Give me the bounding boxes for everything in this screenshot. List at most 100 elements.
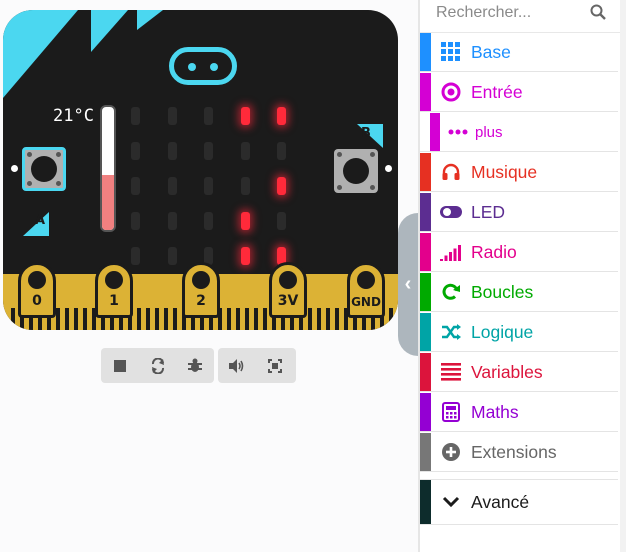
restart-icon[interactable]: [139, 348, 177, 383]
more-icon: [440, 129, 475, 135]
category-label: Musique: [471, 161, 538, 182]
button-b[interactable]: [334, 149, 378, 193]
led-r3-c4: [277, 212, 286, 230]
simulator-controls: [101, 348, 214, 383]
toolbox-category-boucles[interactable]: Boucles: [420, 273, 618, 312]
led-r0-c4: [277, 107, 286, 125]
category-label: Logique: [471, 321, 534, 342]
sound-icon[interactable]: [218, 348, 256, 383]
pin-tick: [137, 308, 141, 330]
button-a-dot: [11, 165, 18, 172]
chevron-down-icon: [431, 496, 471, 508]
temperature-readout: 21°C: [53, 106, 94, 126]
button-a[interactable]: [22, 147, 66, 191]
led-r1-c3: [241, 142, 250, 160]
toolbox-category-logique[interactable]: Logique: [420, 313, 618, 352]
category-label: Entrée: [471, 81, 523, 102]
led-r2-c4: [277, 177, 286, 195]
led-r1-c1: [168, 142, 177, 160]
fullscreen-icon[interactable]: [256, 348, 294, 383]
button-b-label: B: [361, 126, 371, 141]
category-label: Radio: [471, 241, 517, 262]
microbit-board: 21°C A B 0 1 2 3V GND: [3, 10, 398, 330]
toolbox-category-radio[interactable]: Radio: [420, 233, 618, 272]
led-r3-c1: [168, 212, 177, 230]
pin-tick: [254, 308, 258, 330]
led-r2-c0: [131, 177, 140, 195]
category-label: Avancé: [471, 491, 530, 512]
category-label: Boucles: [471, 281, 534, 302]
pin-tick: [326, 308, 330, 330]
led-r3-c2: [204, 212, 213, 230]
led-r0-c3: [241, 107, 250, 125]
pin-tick: [146, 308, 150, 330]
category-label: Variables: [471, 361, 543, 382]
toolbox-category-avanc-[interactable]: Avancé: [420, 479, 618, 525]
pin-0[interactable]: 0: [18, 262, 56, 318]
stop-icon[interactable]: [101, 348, 139, 383]
toolbox-category-base[interactable]: Base: [420, 33, 618, 72]
pin-tick: [317, 308, 321, 330]
pin-tick: [308, 308, 312, 330]
pin-tick: [65, 308, 69, 330]
led-r1-c2: [204, 142, 213, 160]
pin-strip: 0 1 2 3V GND: [3, 262, 398, 330]
led-r2-c2: [204, 177, 213, 195]
toolbox-search[interactable]: Rechercher...: [420, 0, 620, 33]
pin-tick: [245, 308, 249, 330]
category-label: Base: [471, 41, 511, 62]
pin-gnd[interactable]: GND: [347, 262, 385, 318]
toolbox-category-musique[interactable]: Musique: [420, 153, 618, 192]
toolbox-category-entr-e[interactable]: Entrée: [420, 73, 618, 112]
toolbox-category-variables[interactable]: Variables: [420, 353, 618, 392]
chevron-left-icon: ‹: [404, 273, 412, 295]
button-a-label: A: [35, 213, 46, 228]
thermometer-slider[interactable]: [100, 105, 116, 232]
search-icon[interactable]: [590, 4, 606, 25]
input-icon: [431, 82, 471, 102]
debug-icon[interactable]: [176, 348, 214, 383]
pin-tick: [227, 308, 231, 330]
led-r1-c4: [277, 142, 286, 160]
pin-tick: [164, 308, 168, 330]
pin-1[interactable]: 1: [95, 262, 133, 318]
toggle-icon: [431, 205, 471, 219]
pin-3v[interactable]: 3V: [269, 262, 307, 318]
pin-tick: [236, 308, 240, 330]
pin-tick: [56, 308, 60, 330]
led-r0-c1: [168, 107, 177, 125]
toolbox-category-plus[interactable]: plus: [420, 113, 618, 152]
headphones-icon: [431, 162, 471, 182]
pin-tick: [155, 308, 159, 330]
led-r2-c3: [241, 177, 250, 195]
category-label: LED: [471, 201, 506, 222]
led-r4-c1: [168, 247, 177, 265]
collapse-simulator-button[interactable]: ‹: [398, 213, 418, 356]
signal-icon: [431, 243, 471, 261]
refresh-icon: [431, 282, 471, 302]
toolbox-category-led[interactable]: LED: [420, 193, 618, 232]
button-b-dot: [385, 165, 392, 172]
toolbox: Rechercher... Base Entrée plus Musique LED Ra…: [420, 0, 620, 552]
led-r2-c1: [168, 177, 177, 195]
pin-tick: [83, 308, 87, 330]
toolbox-category-extensions[interactable]: Extensions: [420, 433, 618, 472]
pin-tick: [389, 308, 393, 330]
pin-tick: [335, 308, 339, 330]
toolbox-scrollbar[interactable]: [620, 0, 626, 552]
led-r0-c2: [204, 107, 213, 125]
simulator-controls-extra: [218, 348, 296, 383]
led-r1-c0: [131, 142, 140, 160]
led-r4-c3: [241, 247, 250, 265]
toolbox-category-maths[interactable]: Maths: [420, 393, 618, 432]
led-r0-c0: [131, 107, 140, 125]
led-r3-c0: [131, 212, 140, 230]
category-label: Maths: [471, 401, 519, 422]
calculator-icon: [431, 402, 471, 422]
category-label: Extensions: [471, 441, 557, 462]
led-r4-c0: [131, 247, 140, 265]
pin-tick: [173, 308, 177, 330]
category-label: plus: [475, 123, 503, 141]
pin-2[interactable]: 2: [182, 262, 220, 318]
search-input[interactable]: Rechercher...: [436, 4, 531, 22]
